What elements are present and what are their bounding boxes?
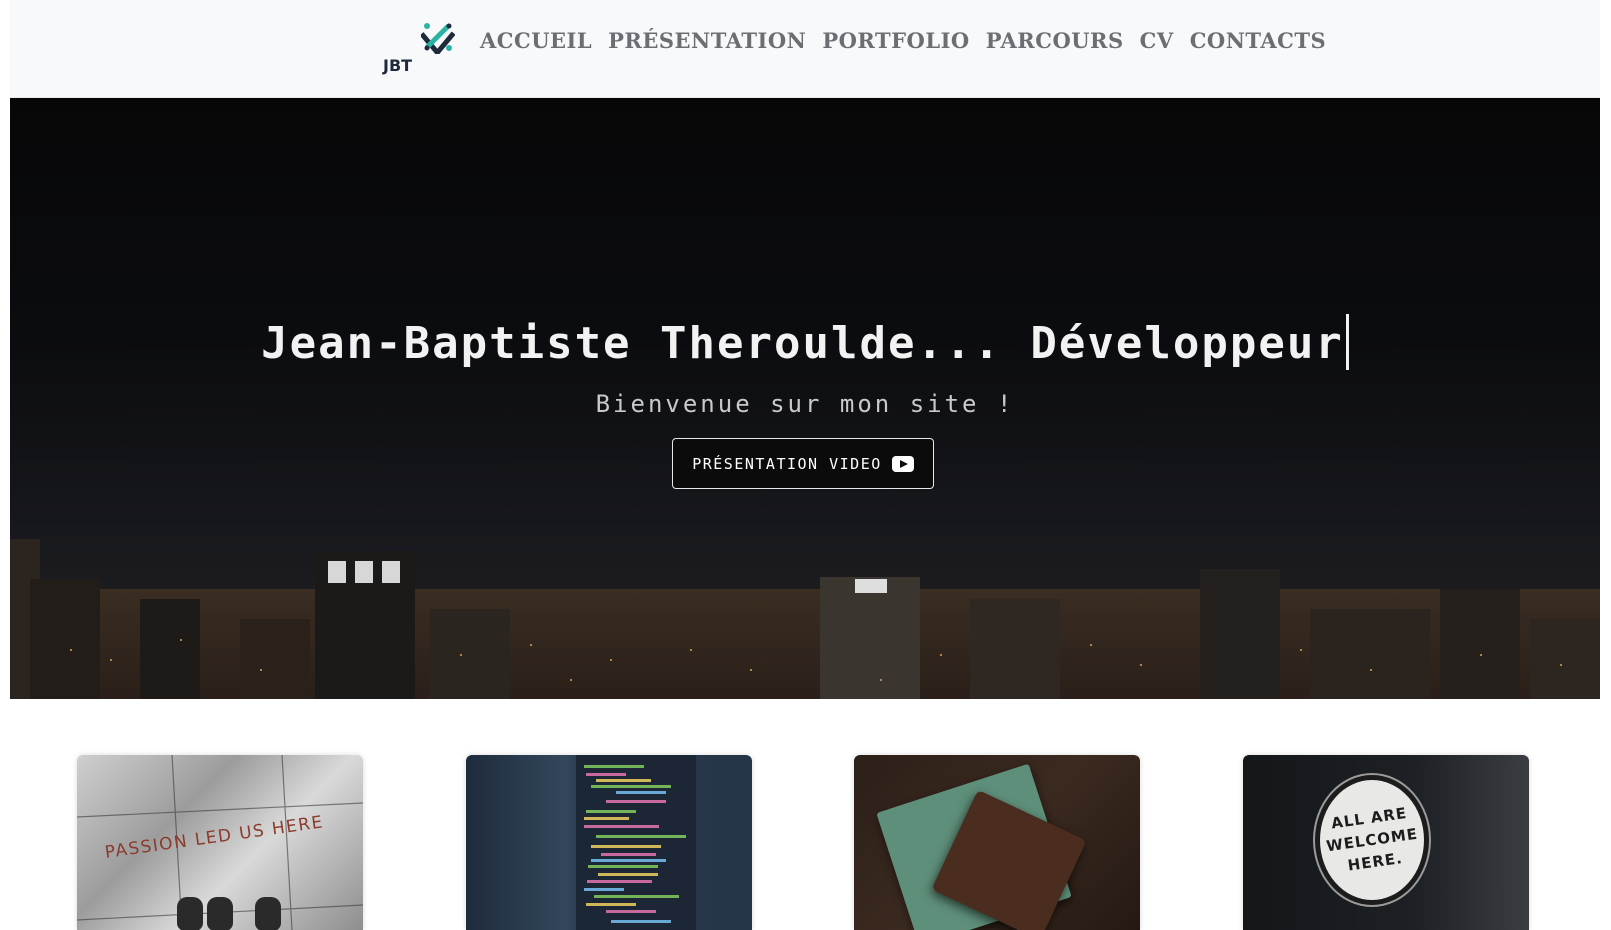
typing-cursor [1345, 314, 1349, 370]
hero-title: Jean-Baptiste Theroulde... Développeur [10, 314, 1600, 370]
hero-section: Jean-Baptiste Theroulde... Développeur B… [10, 98, 1600, 699]
navbar: JBT ACCUEIL PRÉSENTATION PORTFOLIO PARCO… [10, 0, 1600, 98]
feature-cards: PASSION LED US HERE ALL ARE WELCOME HERE… [10, 755, 1600, 930]
card-passion[interactable]: PASSION LED US HERE [77, 755, 363, 930]
hero-subtitle: Bienvenue sur mon site ! [595, 390, 1015, 418]
site-logo[interactable]: JBT [383, 18, 455, 78]
card-code[interactable] [466, 755, 752, 930]
shoe-image [177, 897, 203, 930]
nav-item-parcours[interactable]: PARCOURS [986, 28, 1124, 53]
hero-title-text: Jean-Baptiste Theroulde... Développeur [261, 318, 1344, 369]
nav-item-contacts[interactable]: CONTACTS [1190, 28, 1326, 53]
nav-item-cv[interactable]: CV [1140, 28, 1174, 53]
page: JBT ACCUEIL PRÉSENTATION PORTFOLIO PARCO… [10, 0, 1600, 930]
code-screen-image [576, 755, 696, 930]
nav-item-portfolio[interactable]: PORTFOLIO [822, 28, 969, 53]
logo-text: JBT [383, 56, 413, 75]
welcome-sign-text: ALL ARE WELCOME HERE. [1325, 803, 1419, 875]
city-skyline-image [10, 539, 1600, 699]
video-presentation-label: PRÉSENTATION VIDEO [692, 454, 882, 473]
shoe-image [207, 897, 233, 930]
card-journey[interactable] [854, 755, 1140, 930]
main-nav: ACCUEIL PRÉSENTATION PORTFOLIO PARCOURS … [480, 28, 1342, 53]
video-presentation-button[interactable]: PRÉSENTATION VIDEO [672, 438, 934, 489]
welcome-sign-image: ALL ARE WELCOME HERE. [1315, 775, 1429, 905]
youtube-play-icon [891, 455, 914, 472]
nav-item-accueil[interactable]: ACCUEIL [480, 28, 592, 53]
card-welcome[interactable]: ALL ARE WELCOME HERE. [1243, 755, 1529, 930]
shoe-image [255, 897, 281, 930]
nav-item-presentation[interactable]: PRÉSENTATION [608, 28, 806, 53]
logo-mark-icon [421, 23, 455, 54]
